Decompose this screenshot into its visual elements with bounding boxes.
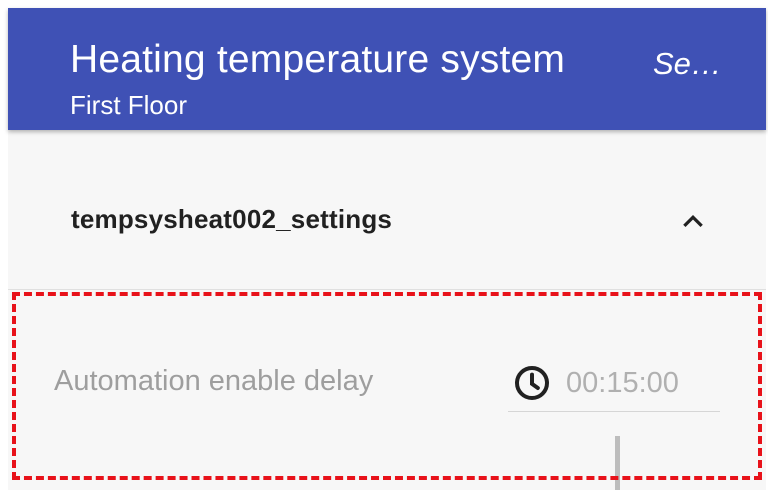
app-title: Heating temperature system — [70, 38, 566, 81]
app-window: Heating temperature system First Floor S… — [8, 8, 766, 490]
chevron-up-icon[interactable] — [678, 206, 708, 236]
clock-icon — [515, 366, 549, 400]
automation-delay-time-value: 00:15:00 — [566, 367, 679, 399]
panel-divider — [8, 289, 766, 290]
app-bar: Heating temperature system First Floor S… — [8, 8, 766, 130]
settings-panel-header[interactable]: tempsysheat002_settings — [8, 160, 766, 288]
settings-action-button[interactable]: Se… — [653, 46, 743, 82]
app-subtitle: First Floor — [70, 90, 187, 120]
automation-delay-time-input[interactable]: 00:15:00 — [508, 359, 720, 412]
automation-enable-delay-label: Automation enable delay — [54, 365, 374, 397]
settings-panel-title: tempsysheat002_settings — [71, 204, 393, 234]
scroll-indicator — [615, 436, 620, 490]
